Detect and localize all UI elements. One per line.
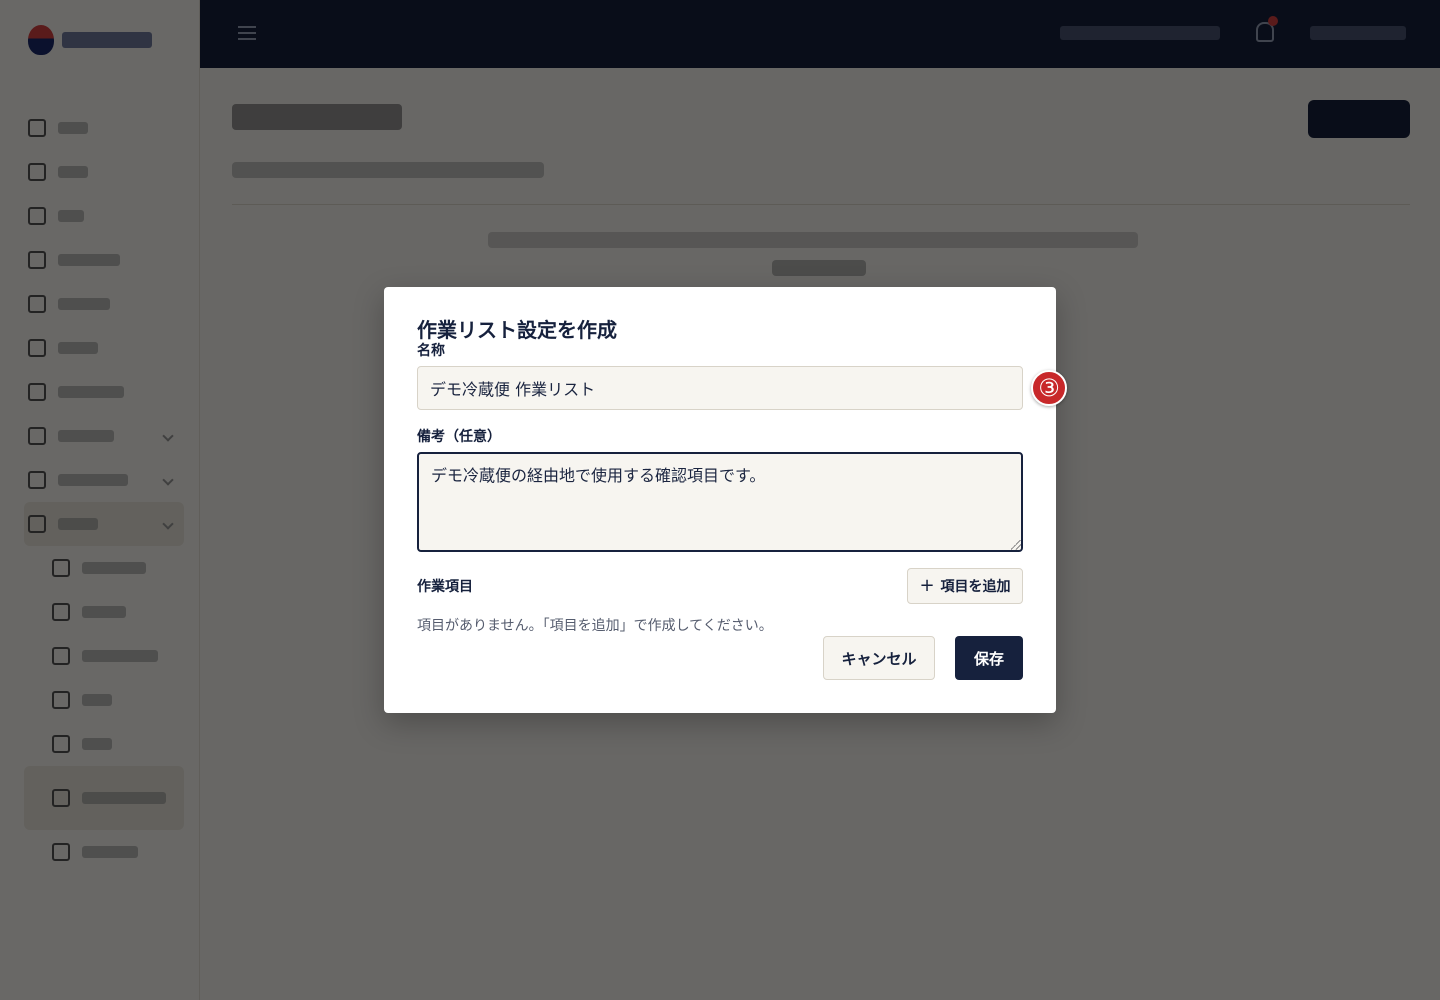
create-worklist-dialog: 作業リスト設定を作成 名称 備考（任意） デモ冷蔵便の経由地で使用する確認項目で… (384, 287, 1056, 713)
dialog-title: 作業リスト設定を作成 (417, 318, 617, 342)
step-number-badge: ③ (1031, 370, 1067, 406)
add-item-button[interactable]: + 項目を追加 (907, 568, 1023, 604)
name-input[interactable] (417, 366, 1023, 410)
note-textarea[interactable]: デモ冷蔵便の経由地で使用する確認項目です。 (417, 452, 1023, 552)
note-label: 備考（任意） (417, 429, 501, 445)
resize-handle-icon[interactable] (1011, 540, 1021, 550)
name-label: 名称 (417, 343, 445, 359)
cancel-button[interactable]: キャンセル (823, 636, 935, 680)
add-item-label: 項目を追加 (940, 579, 1011, 595)
save-button[interactable]: 保存 (955, 636, 1023, 680)
plus-icon: + (919, 575, 935, 596)
work-items-label: 作業項目 (417, 579, 473, 595)
empty-items-message: 項目がありません。「項目を追加」で作成してください。 (417, 618, 773, 634)
